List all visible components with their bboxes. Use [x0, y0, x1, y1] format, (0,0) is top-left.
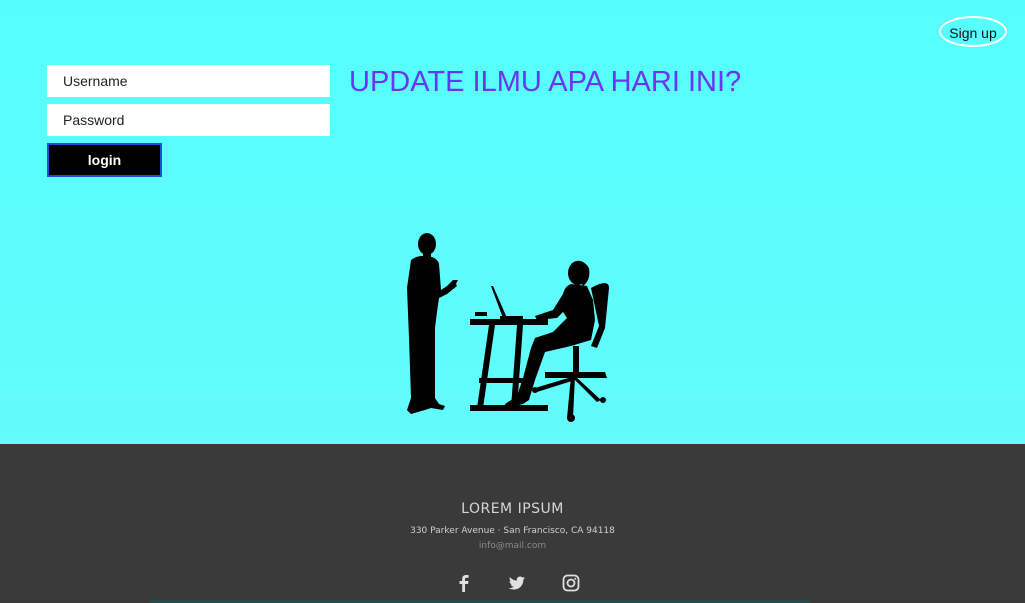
hero-section: Sign up login UPDATE ILMU APA HARI INI?	[0, 0, 1025, 444]
facebook-icon[interactable]	[455, 574, 473, 592]
footer-title: LOREM IPSUM	[461, 501, 564, 517]
people-meeting-illustration	[407, 233, 609, 422]
instagram-icon[interactable]	[562, 574, 580, 592]
password-field[interactable]	[47, 104, 330, 136]
username-field[interactable]	[47, 65, 330, 97]
login-button[interactable]: login	[47, 143, 162, 177]
footer: LOREM IPSUM 330 Parker Avenue · San Fran…	[0, 444, 1025, 603]
twitter-icon[interactable]	[508, 574, 526, 592]
footer-email-link[interactable]: info@mail.com	[0, 541, 1025, 551]
signup-button[interactable]: Sign up	[939, 16, 1007, 47]
footer-address: 330 Parker Avenue · San Francisco, CA 94…	[410, 526, 615, 536]
page-headline: UPDATE ILMU APA HARI INI?	[349, 66, 742, 98]
